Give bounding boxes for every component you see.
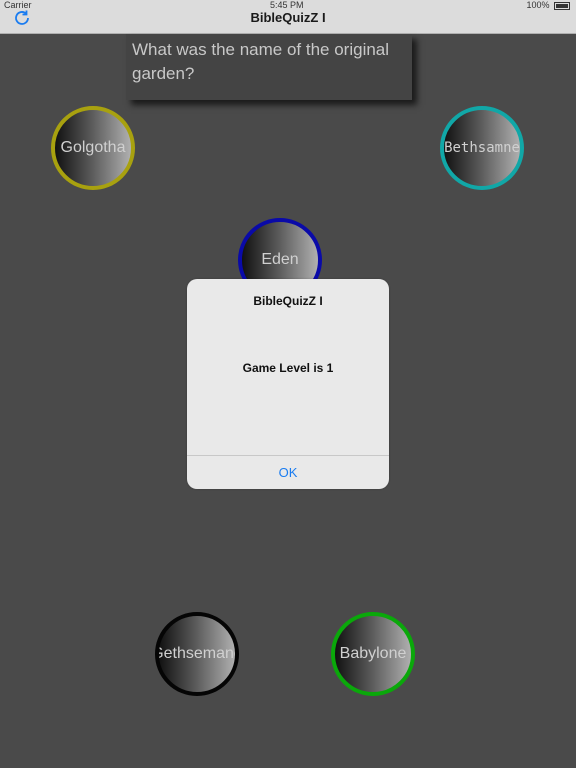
alert-message: Game Level is 1	[242, 361, 334, 375]
alert-title: BibleQuizZ I	[253, 294, 323, 308]
ok-button[interactable]: OK	[187, 456, 389, 489]
alert-dialog: BibleQuizZ I Game Level is 1 OK	[187, 279, 389, 489]
